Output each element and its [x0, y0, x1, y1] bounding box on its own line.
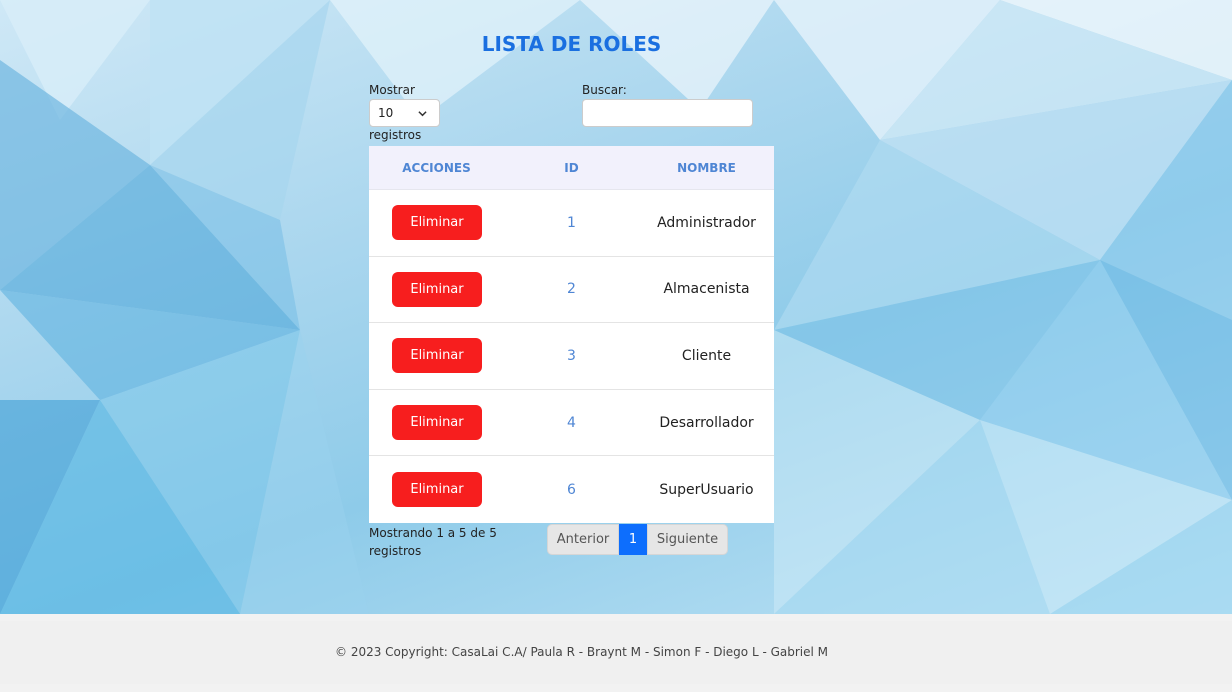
records-label: registros — [369, 128, 422, 142]
role-name: SuperUsuario — [659, 481, 754, 498]
footer: © 2023 Copyright: CasaLai C.A/ Paula R -… — [0, 621, 1232, 684]
roles-table: ACCIONES ID NOMBRE Eliminar 1 Administra… — [369, 146, 774, 523]
role-id: 3 — [567, 347, 576, 364]
role-name: Almacenista — [663, 281, 750, 298]
table-row: Eliminar 1 Administrador — [369, 190, 774, 257]
role-id: 6 — [567, 481, 576, 498]
page-1-button[interactable]: 1 — [619, 524, 647, 555]
search-label: Buscar: — [582, 83, 627, 97]
records-info: Mostrando 1 a 5 de 5 registros — [369, 526, 497, 558]
page-size-select[interactable]: 10 — [369, 99, 440, 127]
header-id[interactable]: ID — [504, 161, 639, 175]
role-name: Desarrollador — [659, 414, 754, 431]
show-label: Mostrar — [369, 83, 415, 97]
prev-page-button[interactable]: Anterior — [547, 524, 619, 555]
table-header: ACCIONES ID NOMBRE — [369, 146, 774, 190]
page-size-value: 10 — [378, 106, 394, 120]
role-name: Cliente — [681, 347, 732, 364]
next-page-button[interactable]: Siguiente — [647, 524, 728, 555]
role-id: 2 — [567, 281, 576, 298]
search-input[interactable] — [582, 99, 753, 127]
table-row: Eliminar 6 SuperUsuario — [369, 456, 774, 523]
role-id: 1 — [567, 214, 576, 231]
delete-button[interactable]: Eliminar — [392, 338, 482, 374]
copyright-text: © 2023 Copyright: CasaLai C.A/ Paula R -… — [335, 645, 829, 659]
page-title: LISTA DE ROLES — [481, 32, 662, 56]
delete-button[interactable]: Eliminar — [392, 472, 482, 508]
role-id: 4 — [567, 414, 576, 431]
table-row: Eliminar 3 Cliente — [369, 323, 774, 390]
role-name: Administrador — [657, 214, 756, 231]
table-row: Eliminar 2 Almacenista — [369, 257, 774, 324]
chevron-down-icon — [418, 111, 427, 117]
table-row: Eliminar 4 Desarrollador — [369, 390, 774, 457]
delete-button[interactable]: Eliminar — [392, 205, 482, 241]
delete-button[interactable]: Eliminar — [392, 405, 482, 441]
delete-button[interactable]: Eliminar — [392, 271, 482, 307]
pagination: Anterior 1 Siguiente — [547, 524, 728, 555]
header-nombre[interactable]: NOMBRE — [639, 161, 774, 175]
header-acciones[interactable]: ACCIONES — [369, 161, 504, 175]
